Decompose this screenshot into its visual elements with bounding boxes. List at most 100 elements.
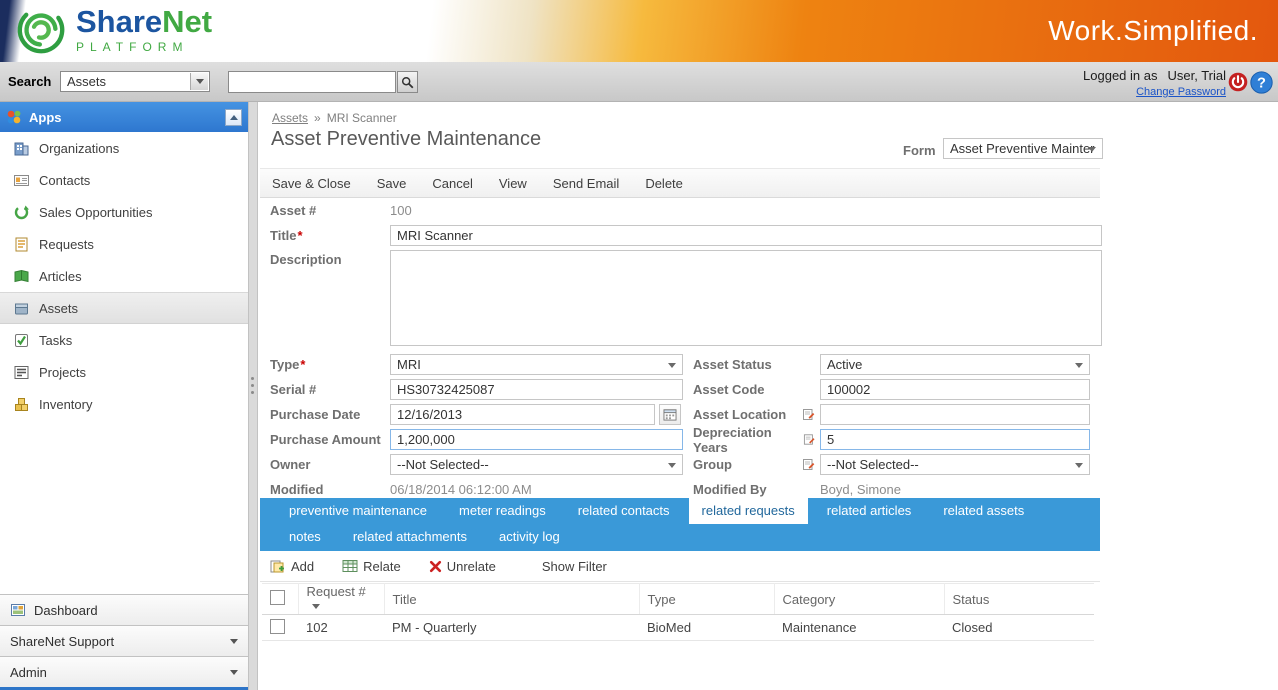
required-asterisk: * [300,357,305,372]
edit-note-icon[interactable] [803,433,815,446]
column-header-status[interactable]: Status [944,584,1094,615]
description-label: Description [270,250,390,267]
record-toolbar: Save & Close Save Cancel View Send Email… [260,168,1100,198]
search-input[interactable] [228,71,396,93]
sidebar-item-sales-opportunities[interactable]: Sales Opportunities [0,196,248,228]
group-select[interactable]: --Not Selected-- [820,454,1090,475]
sidebar-item-requests[interactable]: Requests [0,228,248,260]
calendar-icon [663,408,677,421]
sidebar-item-label: Requests [39,237,94,252]
sidebar-section-admin[interactable]: Admin [0,656,248,690]
projects-icon [13,364,30,381]
chevron-up-icon [230,115,238,120]
table-row[interactable]: 102 PM - Quarterly BioMed Maintenance Cl… [262,615,1094,641]
tab-related-assets[interactable]: related assets [930,498,1037,524]
form-picker-select[interactable]: Asset Preventive Mainter [943,138,1103,159]
sidebar-item-label: Tasks [39,333,72,348]
sidebar-item-inventory[interactable]: Inventory [0,388,248,420]
required-asterisk: * [298,228,303,243]
tab-activity-log[interactable]: activity log [486,524,573,550]
depreciation-years-input[interactable] [820,429,1090,450]
add-button[interactable]: Add [270,559,314,574]
cell-title: PM - Quarterly [384,615,639,641]
type-select[interactable]: MRI [390,354,683,375]
admin-label: Admin [10,665,47,680]
view-button[interactable]: View [499,176,527,191]
select-all-checkbox[interactable] [270,590,285,605]
relate-icon [342,559,358,573]
search-category-select[interactable]: Assets [60,71,210,92]
tab-notes[interactable]: notes [276,524,334,550]
edit-note-icon[interactable] [802,458,815,471]
modified-value: 06/18/2014 06:12:00 AM [390,482,683,497]
delete-button[interactable]: Delete [645,176,683,191]
search-icon [401,76,414,89]
related-tabs-bar: preventive maintenance meter readings re… [260,498,1100,551]
column-header-category[interactable]: Category [774,584,944,615]
add-icon [270,559,286,574]
tab-related-requests[interactable]: related requests [689,498,808,524]
sidebar-item-dashboard[interactable]: Dashboard [0,594,248,625]
sidebar-item-projects[interactable]: Projects [0,356,248,388]
save-button[interactable]: Save [377,176,407,191]
column-header-request-number[interactable]: Request # [298,584,384,615]
column-header-title[interactable]: Title [384,584,639,615]
sales-opportunities-icon [13,204,30,221]
collapse-apps-button[interactable] [225,109,242,126]
unrelate-x-icon [429,560,442,573]
sidebar-item-articles[interactable]: Articles [0,260,248,292]
unrelate-button[interactable]: Unrelate [429,559,496,574]
serial-input[interactable] [390,379,683,400]
owner-select[interactable]: --Not Selected-- [390,454,683,475]
row-checkbox[interactable] [270,619,285,634]
asset-location-label: Asset Location [693,407,820,422]
title-input[interactable] [390,225,1102,246]
logout-power-icon[interactable] [1228,72,1248,95]
send-email-button[interactable]: Send Email [553,176,619,191]
apps-header[interactable]: Apps [0,102,248,132]
relate-button[interactable]: Relate [342,559,401,574]
sidebar-item-organizations[interactable]: Organizations [0,132,248,164]
calendar-button[interactable] [659,404,681,425]
sidebar-section-sharenet-support[interactable]: ShareNet Support [0,625,248,656]
purchase-date-label: Purchase Date [270,407,390,422]
show-filter-button[interactable]: Show Filter [542,559,607,574]
tab-preventive-maintenance[interactable]: preventive maintenance [276,498,440,524]
sidebar-item-label: Organizations [39,141,119,156]
sidebar-item-tasks[interactable]: Tasks [0,324,248,356]
sidebar-item-assets[interactable]: Assets [0,292,248,324]
asset-code-input[interactable] [820,379,1090,400]
modified-label: Modified [270,482,390,497]
change-password-link[interactable]: Change Password [1136,86,1226,98]
sidebar-item-label: Projects [39,365,86,380]
tab-meter-readings[interactable]: meter readings [446,498,559,524]
tagline: Work.Simplified. [1048,15,1258,47]
edit-note-icon[interactable] [802,408,815,421]
description-textarea[interactable] [390,250,1102,346]
sidebar-splitter[interactable] [248,102,258,690]
cell-category: Maintenance [774,615,944,641]
help-icon[interactable]: ? [1250,71,1273,97]
save-and-close-button[interactable]: Save & Close [272,176,351,191]
search-button[interactable] [397,71,418,93]
asset-number-label: Asset # [270,203,390,218]
column-header-type[interactable]: Type [639,584,774,615]
title-label: Title* [270,228,390,243]
select-all-header [262,584,298,615]
asset-status-select[interactable]: Active [820,354,1090,375]
tab-related-attachments[interactable]: related attachments [340,524,480,550]
inventory-icon [13,396,30,413]
breadcrumb-assets-link[interactable]: Assets [272,111,308,125]
sidebar-item-label: Assets [39,301,78,316]
purchase-date-input[interactable] [390,404,655,425]
tab-related-contacts[interactable]: related contacts [565,498,683,524]
dashboard-label: Dashboard [34,603,98,618]
sidebar-item-contacts[interactable]: Contacts [0,164,248,196]
purchase-amount-input[interactable] [390,429,683,450]
logged-in-status: Logged in asUser, Trial [1083,68,1226,83]
tab-related-articles[interactable]: related articles [814,498,925,524]
chevron-down-icon [668,363,676,368]
cancel-button[interactable]: Cancel [432,176,472,191]
dashboard-icon [10,602,26,618]
asset-location-input[interactable] [820,404,1090,425]
